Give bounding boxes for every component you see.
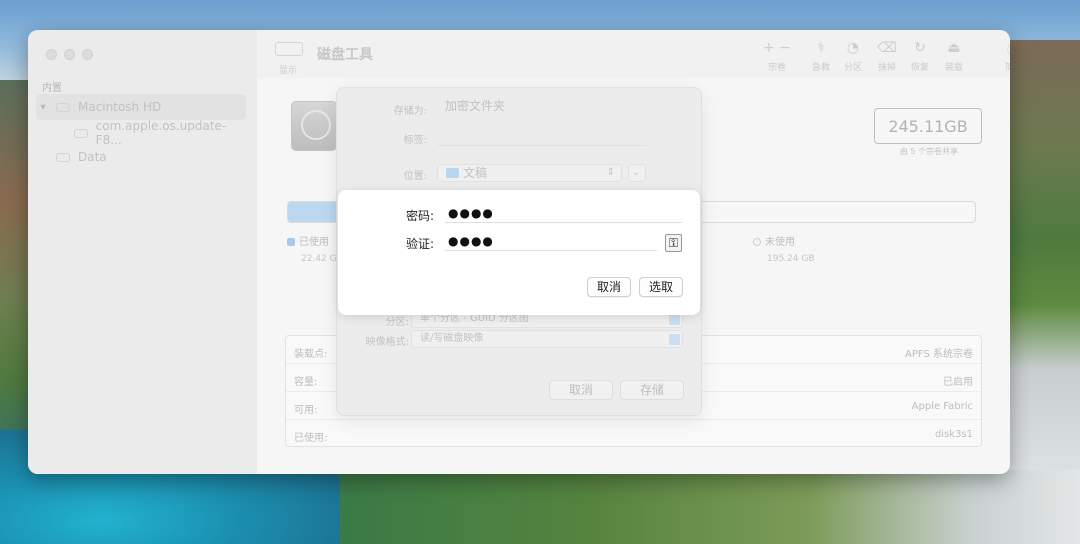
sidebar-section-internal: 内置 <box>42 83 62 94</box>
tags-field[interactable] <box>437 128 647 146</box>
toolbar-first-aid-label: 急救 <box>811 63 830 73</box>
zoom-button[interactable] <box>82 49 93 60</box>
sidebar: 内置 ▾ Macintosh HD com.apple.os.update-F8… <box>28 30 257 474</box>
toolbar-erase-button[interactable]: ⌫ 抹掉 <box>870 40 904 73</box>
legend-free-label: 未使用 <box>765 237 795 248</box>
password-field[interactable]: ●●●● <box>445 205 682 223</box>
disk-icon <box>74 128 88 138</box>
stepper-icon <box>669 314 680 325</box>
tags-label: 标签: <box>403 135 427 146</box>
folder-icon <box>446 168 459 178</box>
sidebar-item-data[interactable]: Data <box>50 144 260 170</box>
toolbar-mount-button[interactable]: ⏏ 装载 <box>937 40 971 73</box>
chevron-updown-icon: ⇕ <box>606 167 615 178</box>
desktop-mountain-right <box>1000 40 1080 480</box>
toolbar-first-aid-button[interactable]: ⚕ 急救 <box>804 40 838 73</box>
free-value: 195.24 GB <box>767 254 815 264</box>
used-value: 22.42 G <box>301 254 337 264</box>
sidebar-item-label: com.apple.os.update-F8... <box>95 119 227 147</box>
sidebar-item-label: Data <box>78 150 107 164</box>
view-button[interactable] <box>275 42 303 56</box>
info-value: APFS 系统宗卷 <box>905 349 973 360</box>
info-value: disk3s1 <box>934 429 973 440</box>
password-label: 密码: <box>405 209 434 223</box>
info-value: Apple Fabric <box>911 401 973 412</box>
toolbar: 显示 磁盘工具 + − 宗卷 ⚕ 急救 ◔ 分区 ⌫ 抹掉 ↻ 恢复 ⏏ 装载 ⓘ 简介 <box>257 30 1010 78</box>
window-controls <box>46 49 93 60</box>
toolbar-volume-label: 宗卷 <box>767 63 786 73</box>
location-select[interactable]: 文稿 ⇕ <box>437 164 622 182</box>
toolbar-info-button[interactable]: ⓘ 简介 <box>997 40 1010 73</box>
cancel-button[interactable]: 取消 <box>587 277 631 297</box>
legend-used: 已使用 22.42 G <box>287 233 337 264</box>
toolbar-erase-label: 抹掉 <box>877 63 896 73</box>
info-value: 已启用 <box>943 377 973 388</box>
format-select[interactable]: 读/写磁盘映像 <box>411 330 683 348</box>
disk-icon <box>56 152 70 162</box>
expand-button[interactable]: ⌄ <box>628 164 646 182</box>
window-title: 磁盘工具 <box>317 47 373 63</box>
toolbar-mount-label: 装载 <box>944 63 963 73</box>
close-button[interactable] <box>46 49 57 60</box>
sidebar-item-label: Macintosh HD <box>78 100 162 114</box>
eject-icon: ⏏ <box>947 40 961 56</box>
save-as-field[interactable]: 加密文件夹 <box>437 98 647 116</box>
location-value: 文稿 <box>463 166 488 180</box>
stethoscope-icon: ⚕ <box>817 40 825 56</box>
hard-disk-icon <box>291 101 337 151</box>
sidebar-item-macintosh-hd[interactable]: ▾ Macintosh HD <box>36 94 246 120</box>
sheet-cancel-button[interactable]: 取消 <box>549 380 613 400</box>
toolbar-volume-button[interactable]: + − 宗卷 <box>760 40 794 73</box>
partition-label: 分区: <box>385 317 409 328</box>
capacity-subtitle: 由 5 个宗卷共享 <box>899 147 958 156</box>
key-icon[interactable]: ⚿ <box>665 234 682 252</box>
chevron-down-icon[interactable]: ▾ <box>36 102 50 113</box>
toolbar-info-label: 简介 <box>1004 63 1010 73</box>
choose-button[interactable]: 选取 <box>639 277 683 297</box>
info-icon: ⓘ <box>997 40 1010 60</box>
format-value: 读/写磁盘映像 <box>420 333 484 344</box>
view-label: 显示 <box>279 66 298 76</box>
restore-icon: ↻ <box>914 40 926 56</box>
table-row: 已使用: disk3s1 <box>286 420 981 448</box>
toolbar-partition-label: 分区 <box>843 63 862 73</box>
toolbar-partition-button[interactable]: ◔ 分区 <box>836 40 870 73</box>
verify-label: 验证: <box>405 237 434 251</box>
free-swatch <box>753 238 761 246</box>
save-as-label: 存储为: <box>393 106 427 117</box>
sidebar-item-snapshot[interactable]: com.apple.os.update-F8... <box>68 119 248 147</box>
location-label: 位置: <box>403 171 427 182</box>
legend-used-label: 已使用 <box>299 237 329 248</box>
info-key: 已使用: <box>294 433 328 444</box>
legend-free: 未使用 195.24 GB <box>753 233 815 264</box>
toolbar-restore-button[interactable]: ↻ 恢复 <box>903 40 937 73</box>
info-key: 容量: <box>294 377 318 388</box>
verify-field[interactable]: ●●●● <box>445 233 657 251</box>
chevron-down-icon: ⌄ <box>632 168 640 178</box>
format-label: 映像格式: <box>365 337 409 348</box>
used-swatch <box>287 238 295 246</box>
toolbar-restore-label: 恢复 <box>910 63 929 73</box>
pie-icon: ◔ <box>846 40 860 56</box>
eraser-icon: ⌫ <box>877 40 897 56</box>
info-key: 装载点: <box>294 349 328 360</box>
password-dialog: 密码: ●●●● 验证: ●●●● ⚿ 取消 选取 <box>338 190 700 315</box>
sheet-save-button[interactable]: 存储 <box>620 380 684 400</box>
plus-minus-icon: + − <box>763 40 791 56</box>
capacity-box: 245.11GB <box>874 108 982 144</box>
stepper-icon <box>669 334 680 345</box>
info-key: 可用: <box>294 405 318 416</box>
minimize-button[interactable] <box>64 49 75 60</box>
disk-icon <box>56 102 70 112</box>
